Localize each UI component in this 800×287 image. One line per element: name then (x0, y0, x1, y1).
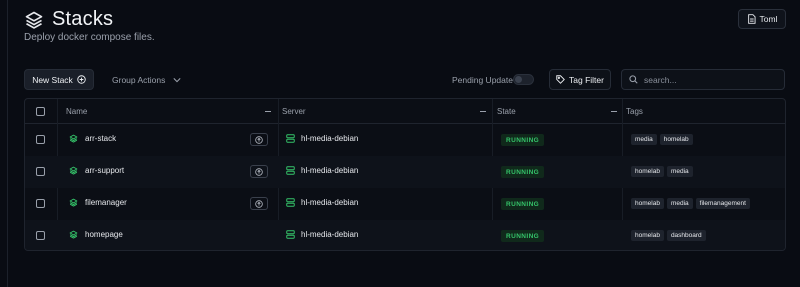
pending-update-toggle[interactable] (513, 74, 534, 85)
new-stack-label: New Stack (32, 74, 73, 85)
table-header: Name Server State Tags (25, 99, 785, 124)
server-icon (286, 166, 295, 175)
tag-badge[interactable]: filemanagement (695, 198, 750, 209)
tag-badge[interactable]: media (631, 134, 657, 145)
arrow-up-circle-icon (255, 135, 263, 144)
layers-icon (69, 198, 78, 207)
tag-badge[interactable]: media (666, 198, 693, 209)
chevron-down-icon (173, 77, 181, 82)
server-name: hl-media-debian (301, 134, 359, 143)
status-badge: RUNNING (501, 230, 545, 242)
row-checkbox[interactable] (36, 135, 45, 144)
tag-badge[interactable]: media (666, 166, 693, 177)
page-title: Stacks (52, 8, 114, 30)
tag-filter-label: Tag Filter (569, 74, 604, 85)
search-box[interactable] (621, 69, 785, 90)
tag-badge[interactable]: homelab (631, 166, 664, 177)
layers-icon (25, 11, 43, 29)
column-header-tags[interactable]: Tags (626, 99, 643, 124)
layers-icon (69, 230, 78, 239)
file-icon (747, 14, 756, 24)
tag-icon (556, 75, 565, 84)
layers-icon (69, 166, 78, 175)
server-link[interactable]: hl-media-debian (286, 230, 358, 239)
tag-list: homelab media filemanagement (631, 198, 750, 209)
plus-circle-icon (77, 75, 86, 84)
stack-name: arr-stack (85, 134, 117, 143)
column-header-name[interactable]: Name (66, 99, 87, 124)
column-menu-icon[interactable] (611, 111, 617, 112)
stack-name-link[interactable]: filemanager (69, 198, 127, 207)
toml-button[interactable]: Toml (738, 9, 786, 29)
tag-badge[interactable]: dashboard (666, 230, 706, 241)
select-all-checkbox[interactable] (36, 107, 45, 116)
arrow-up-circle-icon (255, 167, 263, 176)
tag-badge[interactable]: homelab (631, 198, 664, 209)
stack-name: arr-support (85, 166, 125, 175)
server-link[interactable]: hl-media-debian (286, 166, 358, 175)
server-name: hl-media-debian (301, 166, 359, 175)
sidebar-divider (7, 0, 8, 287)
server-icon (286, 230, 295, 239)
tag-badge[interactable]: homelab (631, 230, 664, 241)
search-icon (629, 75, 638, 84)
column-header-state[interactable]: State (497, 99, 516, 124)
row-checkbox[interactable] (36, 231, 45, 240)
server-name: hl-media-debian (301, 198, 359, 207)
table-row[interactable]: filemanager hl-media-debian RUNNING home… (25, 188, 785, 220)
arrow-up-circle-icon (255, 199, 263, 208)
row-checkbox[interactable] (36, 167, 45, 176)
row-action-button[interactable] (250, 197, 268, 210)
tag-list: homelab media (631, 166, 693, 177)
pending-update-label: Pending Update (452, 75, 513, 85)
group-actions-dropdown[interactable]: Group Actions (104, 69, 188, 90)
stacks-table: Name Server State Tags arr-stack hl-medi… (24, 98, 786, 251)
status-badge: RUNNING (501, 198, 545, 210)
layers-icon (69, 134, 78, 143)
column-menu-icon[interactable] (265, 111, 271, 112)
status-badge: RUNNING (501, 166, 545, 178)
tag-list: homelab dashboard (631, 230, 706, 241)
server-icon (286, 198, 295, 207)
table-row[interactable]: arr-support hl-media-debian RUNNING home… (25, 156, 785, 188)
stack-name-link[interactable]: homepage (69, 230, 123, 239)
row-action-button[interactable] (250, 165, 268, 178)
stack-name-link[interactable]: arr-support (69, 166, 124, 175)
tag-list: media homelab (631, 134, 693, 145)
server-link[interactable]: hl-media-debian (286, 198, 358, 207)
stack-name: filemanager (85, 198, 127, 207)
search-input[interactable] (644, 74, 774, 85)
row-action-button[interactable] (250, 133, 268, 146)
column-menu-icon[interactable] (480, 111, 486, 112)
row-checkbox[interactable] (36, 199, 45, 208)
page-header: Stacks (24, 8, 113, 31)
stack-name: homepage (85, 230, 123, 239)
table-row[interactable]: arr-stack hl-media-debian RUNNING media … (25, 124, 785, 156)
server-link[interactable]: hl-media-debian (286, 134, 358, 143)
toggle-knob (515, 76, 522, 83)
group-actions-label: Group Actions (112, 74, 166, 85)
tag-filter-button[interactable]: Tag Filter (549, 69, 611, 90)
stack-name-link[interactable]: arr-stack (69, 134, 116, 143)
column-header-server[interactable]: Server (282, 99, 306, 124)
toml-button-label: Toml (759, 14, 778, 24)
server-icon (286, 134, 295, 143)
table-row[interactable]: homepage hl-media-debian RUNNING homelab… (25, 220, 785, 250)
new-stack-button[interactable]: New Stack (24, 69, 94, 90)
server-name: hl-media-debian (301, 230, 359, 239)
tag-badge[interactable]: homelab (659, 134, 693, 145)
page-subtitle: Deploy docker compose files. (24, 32, 155, 43)
status-badge: RUNNING (501, 134, 545, 146)
